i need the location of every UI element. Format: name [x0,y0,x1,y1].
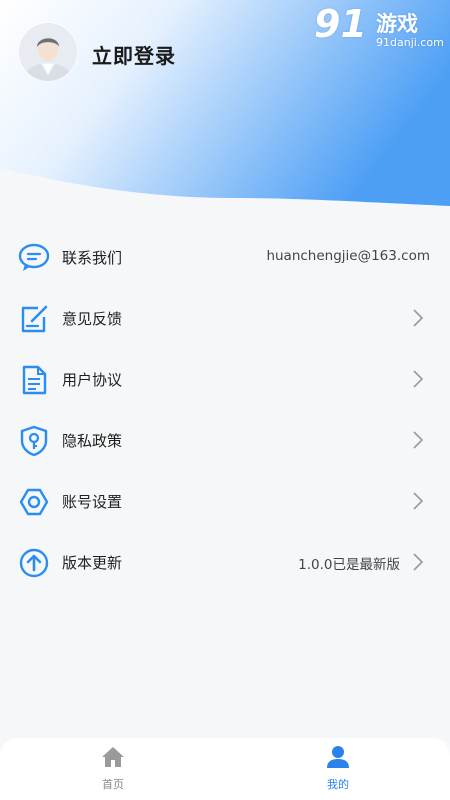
gear-icon [19,488,49,516]
user-icon [327,746,349,768]
bottom-tab-bar: 首页 我的 [0,738,450,800]
menu-item-account-settings[interactable]: 账号设置 [0,471,450,532]
menu-item-privacy-policy[interactable]: 隐私政策 [0,410,450,471]
shield-key-icon [20,425,48,457]
site-watermark: 91 游戏 91danji.com [314,2,444,50]
home-icon [102,747,124,767]
menu-item-label: 版本更新 [62,554,123,572]
edit-note-icon [21,305,48,333]
avatar[interactable] [19,23,77,81]
menu-item-user-agreement[interactable]: 用户协议 [0,349,450,410]
chevron-right-icon [413,553,424,571]
login-button[interactable]: 立即登录 [92,40,176,69]
chat-bubble-icon [18,243,50,271]
tab-home[interactable]: 首页 [53,738,173,800]
chevron-right-icon [413,492,424,510]
menu-item-label: 用户协议 [62,371,123,389]
menu-item-label: 隐私政策 [62,432,123,450]
tab-mine[interactable]: 我的 [278,738,398,800]
menu-item-label: 账号设置 [62,493,123,511]
default-avatar-icon [19,23,77,81]
menu-item-label: 意见反馈 [62,310,123,328]
tab-label: 首页 [102,778,124,791]
document-icon [22,365,47,395]
tab-label: 我的 [327,778,349,791]
watermark-number: 91 [314,2,367,46]
version-status: 1.0.0已是最新版 [298,557,400,573]
menu-item-version-update[interactable]: 版本更新 1.0.0已是最新版 [0,532,450,593]
chevron-right-icon [413,431,424,449]
menu-item-feedback[interactable]: 意见反馈 [0,288,450,349]
settings-menu: 联系我们 huanchengjie@163.com 意见反馈 用户协议 隐私政策… [0,227,450,593]
watermark-url: 91danji.com [376,36,444,49]
upload-arrow-icon [19,548,49,578]
chevron-right-icon [413,309,424,327]
contact-email: huanchengjie@163.com [266,248,430,264]
menu-item-label: 联系我们 [62,249,123,267]
menu-item-contact[interactable]: 联系我们 huanchengjie@163.com [0,227,450,288]
profile-header: 立即登录 91 游戏 91danji.com [0,0,450,215]
chevron-right-icon [413,370,424,388]
watermark-text: 游戏 [376,12,418,36]
